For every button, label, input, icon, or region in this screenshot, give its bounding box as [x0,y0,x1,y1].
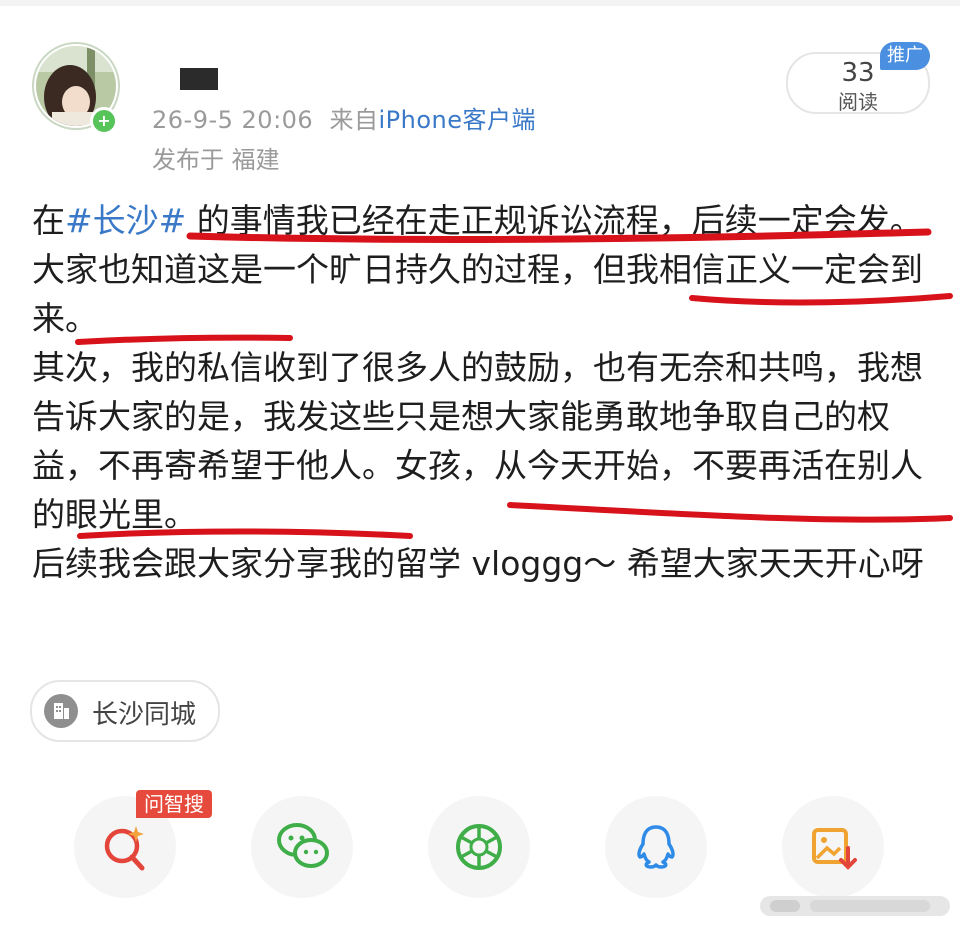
post-paragraph-2: 其次，我的私信收到了很多人的鼓励，也有无奈和共鸣，我想告诉大家的是，我发这些只是… [32,348,923,534]
post-timestamp: 26-9-5 20:06 [152,106,314,134]
location-prefix: 发布于 [152,146,224,174]
post-paragraph-1: 在#长沙# 的事情我已经在走正规诉讼流程，后续一定会发。大家也知道这是一个旷日持… [32,196,942,343]
post-location: 福建 [231,146,280,174]
location-chip[interactable]: 长沙同城 [30,680,220,742]
save-image-icon [812,828,857,870]
text-segment: 在 [32,201,65,240]
read-label: 阅读 [838,90,878,114]
watermark-blur [760,896,950,916]
qq-icon [637,825,675,869]
top-divider [0,0,960,6]
ai-search-tag: 问智搜 [136,790,212,818]
save-image-button[interactable] [782,796,884,898]
share-qq-button[interactable] [605,796,707,898]
follow-badge-icon[interactable]: + [90,107,118,135]
wechat-icon [277,823,329,868]
share-wechat-button[interactable] [251,796,353,898]
ai-search-icon [104,826,145,871]
post-meta: 26-9-5 20:06 来自iPhone客户端 [152,100,536,135]
moments-icon [456,824,502,870]
building-icon [44,694,78,728]
post-source[interactable]: iPhone客户端 [378,106,536,134]
post-body: 在#长沙# 的事情我已经在走正规诉讼流程，后续一定会发。大家也知道这是一个旷日持… [32,196,942,588]
username-redacted[interactable] [180,68,218,90]
post-location-line: 发布于 福建 [152,140,280,175]
hashtag-link[interactable]: #长沙# [65,201,186,240]
promo-tag[interactable]: 推广 [880,42,930,70]
location-chip-label: 长沙同城 [92,700,197,730]
post-paragraph-3: 后续我会跟大家分享我的留学 vloggg～ 希望大家天天开心呀 [32,544,924,583]
share-moments-button[interactable] [428,796,530,898]
source-prefix: 来自 [329,106,379,134]
